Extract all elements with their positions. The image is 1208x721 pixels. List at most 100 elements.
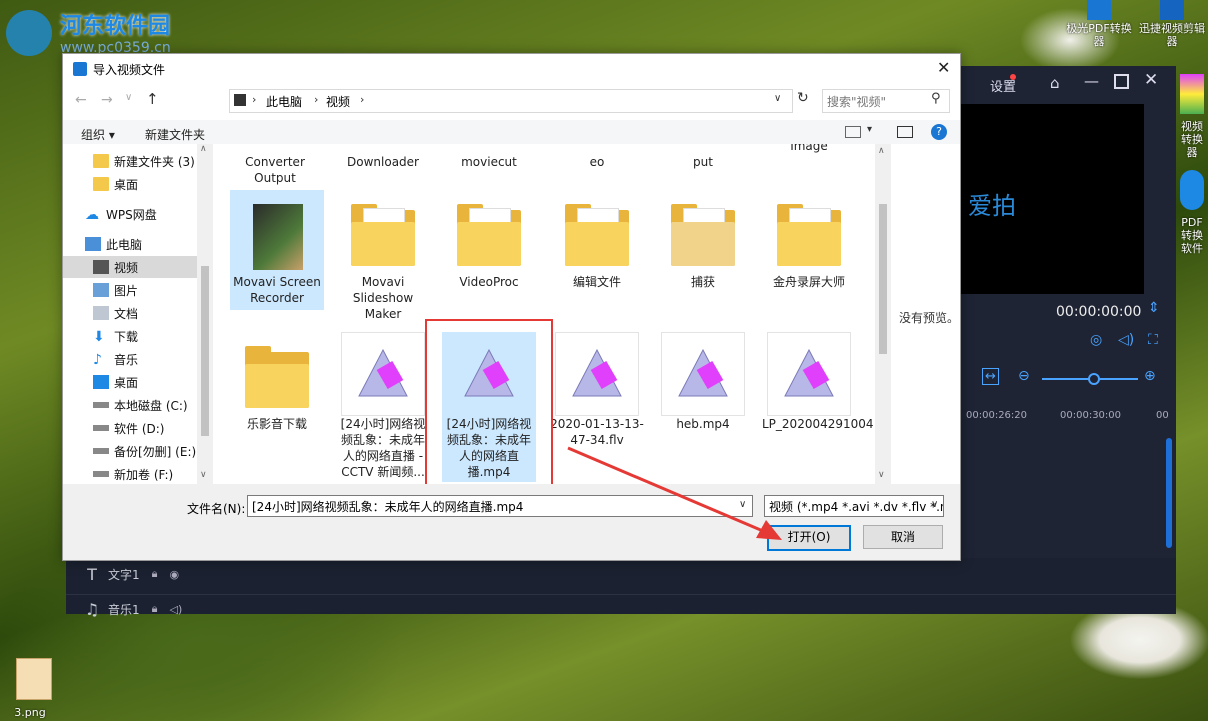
dialog-close-icon[interactable]: ✕ [937, 58, 950, 77]
nav-item[interactable]: ☁ WPS网盘 [85, 203, 213, 225]
files-scroll-thumb[interactable] [879, 204, 887, 354]
nav-item[interactable]: 此电脑 [85, 233, 213, 255]
address-dropdown-icon[interactable]: ∨ [774, 93, 781, 104]
scroll-down-icon[interactable]: ∨ [878, 470, 885, 480]
zoom-in-icon[interactable]: ⊕ [1144, 368, 1156, 384]
dialog-app-icon [73, 62, 87, 76]
nav-item[interactable]: 图片 [93, 279, 213, 301]
volume-icon[interactable]: ◁) [1118, 332, 1134, 348]
video-file-icon [341, 332, 425, 416]
nav-item[interactable]: 软件 (D:) [93, 417, 213, 439]
track-text[interactable]: T 文字1 🔒︎ ◉ [66, 560, 1176, 588]
desktop-file-png[interactable]: 3.png [8, 658, 58, 721]
nav-item[interactable]: 桌面 [93, 173, 213, 195]
address-bar[interactable]: › 此电脑 › 视频 › ∨ [229, 89, 793, 113]
desktop-icon-pdf-convert[interactable]: PDF转换软件 [1176, 166, 1208, 255]
time-stepper-icon[interactable]: ⇕ [1148, 300, 1160, 316]
organize-button[interactable]: 组织 ▾ [81, 126, 115, 143]
file-item-video[interactable]: 2020-01-13-13-47-34.flv [550, 332, 644, 448]
file-item-folder[interactable]: Movavi Slideshow Maker [336, 190, 430, 322]
help-icon[interactable]: ? [931, 124, 947, 140]
preview-pane-text: 没有预览。 [899, 311, 960, 325]
file-item-video[interactable]: heb.mp4 [656, 332, 750, 432]
search-field[interactable]: 搜索"视频" ⚲ [822, 89, 950, 113]
view-dropdown-icon[interactable]: ▾ [867, 124, 872, 135]
scroll-up-icon[interactable]: ∧ [200, 144, 207, 154]
desktop-icon-converter[interactable]: 视频转换器 [1176, 70, 1208, 159]
nav-item-selected[interactable]: 视频 [63, 256, 198, 278]
lock-icon[interactable]: 🔒︎ [152, 567, 158, 581]
nav-item[interactable]: 新建文件夹 (3) [93, 150, 213, 172]
video-folder-icon [234, 94, 246, 106]
home-icon[interactable]: ⌂ [1050, 74, 1060, 92]
nav-label: 新加卷 (F:) [114, 467, 174, 482]
preview-area: 爱拍 [958, 104, 1144, 294]
scroll-down-icon[interactable]: ∨ [200, 470, 207, 480]
timeline-scrollbar[interactable] [1166, 438, 1172, 548]
file-item-folder[interactable]: 乐影音下载 [230, 332, 324, 432]
zoom-out-icon[interactable]: ⊖ [1018, 368, 1030, 384]
nav-scrollbar[interactable]: ∧ ∨ [197, 144, 213, 484]
folder-icon [341, 190, 425, 274]
drive-icon [93, 402, 109, 408]
refresh-icon[interactable]: ↻ [797, 90, 809, 106]
timeline-tracks: T 文字1 🔒︎ ◉ ♫ 音乐1 🔒︎ ◁) [66, 558, 1176, 619]
zoom-slider[interactable] [1042, 373, 1138, 385]
drive-icon [93, 425, 109, 431]
nav-item[interactable]: ♪ 音乐 [93, 348, 213, 370]
filetype-select[interactable]: 视频 (*.mp4 *.avi *.dv *.flv *.n [764, 495, 944, 517]
folder-icon [661, 190, 745, 274]
breadcrumb-item[interactable]: 此电脑 [266, 93, 302, 110]
desktop-icon-label: PDF转换软件 [1181, 216, 1203, 255]
file-item-video[interactable]: [24小时]网络视频乱象：未成年人的网络直播 - CCTV 新闻频... [336, 332, 430, 480]
file-item-folder[interactable]: 编辑文件 [550, 190, 644, 290]
nav-item[interactable]: ⬇ 下载 [93, 325, 213, 347]
forward-icon[interactable]: → [101, 92, 113, 108]
breadcrumb-separator-icon: › [252, 93, 257, 106]
nav-label: 软件 (D:) [114, 421, 165, 436]
close-icon[interactable]: ✕ [1144, 70, 1158, 90]
desktop-icon-video-editor[interactable]: 迅捷视频剪辑器 [1136, 0, 1208, 52]
fit-icon[interactable]: ↔ [982, 368, 999, 385]
file-item-folder[interactable]: VideoProc [442, 190, 536, 290]
file-item-folder[interactable]: 捕获 [656, 190, 750, 290]
track-music[interactable]: ♫ 音乐1 🔒︎ ◁) [66, 594, 1176, 623]
file-item-movavi-recorder[interactable]: Movavi Screen Recorder [230, 190, 324, 310]
folder-icon [447, 190, 531, 274]
cancel-button[interactable]: 取消 [863, 525, 943, 549]
scroll-up-icon[interactable]: ∧ [878, 146, 885, 156]
file-item-folder[interactable]: 金舟录屏大师 [762, 190, 856, 290]
ruler-label: 00:00:30:00 [1060, 410, 1122, 421]
timeline-toolbar: ↔ ⊖ ⊕ [958, 364, 1176, 394]
history-chevron-icon[interactable]: ∨ [125, 92, 132, 103]
snapshot-icon[interactable]: ◎ [1090, 332, 1102, 348]
eye-icon[interactable]: ◉ [170, 568, 180, 581]
converter-app-icon [1180, 74, 1204, 114]
desktop-icon-pdf[interactable]: 极光PDF转换器 [1064, 0, 1134, 52]
minimize-icon[interactable]: — [1084, 72, 1099, 90]
zoom-slider-handle[interactable] [1088, 373, 1100, 385]
nav-item[interactable]: 新加卷 (F:) [93, 463, 213, 484]
nav-item[interactable]: 文档 [93, 302, 213, 324]
filetype-dropdown-icon[interactable]: ∨ [931, 499, 938, 510]
speaker-icon[interactable]: ◁) [170, 603, 183, 616]
nav-label: 文档 [114, 306, 139, 321]
breadcrumb-item[interactable]: 视频 [326, 93, 350, 110]
folder-icon [235, 332, 319, 416]
file-item-video[interactable]: LP_20200429100458.flv [762, 332, 874, 432]
partial-label: Converter Output [245, 155, 305, 185]
maximize-icon[interactable] [1114, 74, 1129, 89]
nav-item[interactable]: 备份[勿删] (E:) [93, 440, 213, 462]
nav-item[interactable]: 本地磁盘 (C:) [93, 394, 213, 416]
view-options-icon[interactable] [845, 126, 861, 138]
nav-item[interactable]: 桌面 [93, 371, 213, 393]
new-folder-button[interactable]: 新建文件夹 [145, 126, 205, 143]
up-icon[interactable]: ↑ [146, 90, 159, 108]
fullscreen-icon[interactable]: ⛶ [1148, 332, 1158, 348]
preview-pane-icon[interactable] [897, 126, 913, 138]
back-icon[interactable]: ← [75, 92, 87, 108]
nav-scroll-thumb[interactable] [201, 266, 209, 436]
lock-icon[interactable]: 🔒︎ [152, 602, 158, 616]
folder-icon [93, 154, 109, 168]
files-scrollbar[interactable]: ∧ ∨ [875, 144, 891, 484]
